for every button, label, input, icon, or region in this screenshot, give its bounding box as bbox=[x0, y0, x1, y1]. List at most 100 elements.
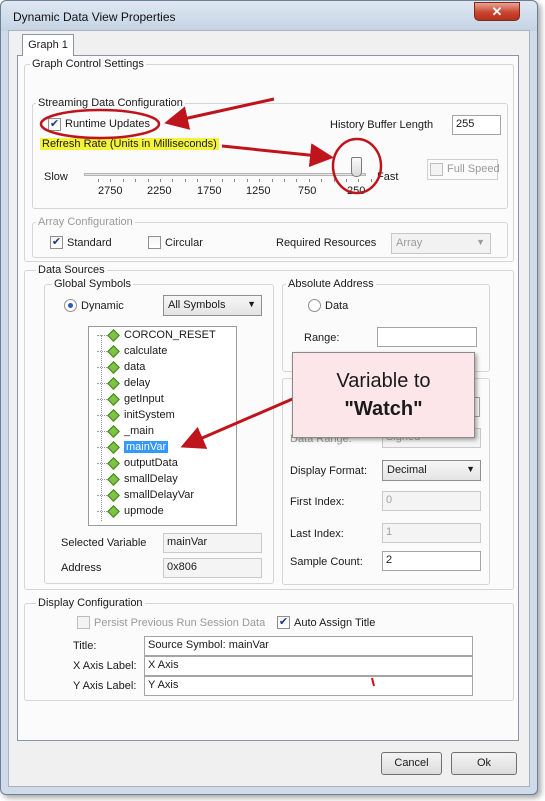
symbol-item[interactable]: getInput bbox=[97, 392, 164, 409]
symbol-item[interactable]: smallDelay bbox=[97, 472, 178, 489]
slider-tick bbox=[259, 179, 261, 182]
symbol-item-selected[interactable]: mainVar bbox=[97, 440, 169, 457]
absolute-address-label: Absolute Address bbox=[286, 278, 376, 290]
slider-tick bbox=[370, 179, 372, 182]
required-resources-select[interactable]: Array ▼ bbox=[391, 233, 491, 254]
fast-label: Fast bbox=[377, 171, 399, 183]
data-radio-label: Data bbox=[325, 300, 349, 312]
first-index-label: First Index: bbox=[290, 496, 345, 508]
symbol-item[interactable]: data bbox=[97, 360, 145, 377]
symbol-icon bbox=[107, 424, 120, 438]
symbol-item[interactable]: initSystem bbox=[97, 408, 175, 425]
title-input[interactable]: Source Symbol: mainVar bbox=[144, 636, 473, 656]
close-button[interactable]: ✕ bbox=[474, 2, 520, 21]
last-index-field: 1 bbox=[382, 523, 481, 543]
slider-tick bbox=[135, 179, 137, 182]
symbol-item[interactable]: delay bbox=[97, 376, 150, 393]
symbol-icon bbox=[107, 440, 120, 454]
symbol-item[interactable]: calculate bbox=[97, 344, 167, 361]
symbol-item[interactable]: _main bbox=[97, 424, 154, 441]
dynamic-label: Dynamic bbox=[81, 300, 124, 312]
slider-tick bbox=[246, 179, 248, 182]
slider-tick bbox=[308, 179, 310, 182]
tick-label: 1250 bbox=[246, 185, 271, 197]
graph-control-label: Graph Control Settings bbox=[30, 58, 146, 70]
array-config-label: Array Configuration bbox=[36, 216, 135, 228]
slider-tick bbox=[209, 179, 211, 182]
symbol-item[interactable]: upmode bbox=[97, 504, 164, 521]
symbol-icon bbox=[107, 472, 120, 486]
chevron-down-icon: ▼ bbox=[476, 237, 485, 247]
runtime-updates-label: Runtime Updates bbox=[65, 118, 150, 130]
symbol-icon bbox=[107, 376, 120, 390]
persist-label: Persist Previous Run Session Data bbox=[94, 617, 266, 629]
standard-label: Standard bbox=[67, 237, 112, 249]
auto-assign-title-label: Auto Assign Title bbox=[294, 617, 376, 629]
slider-tick bbox=[122, 179, 124, 182]
circular-label: Circular bbox=[165, 237, 203, 249]
standard-checkbox[interactable]: ✔ bbox=[50, 236, 63, 249]
cancel-button[interactable]: Cancel bbox=[381, 752, 442, 775]
runtime-updates-checkbox[interactable]: ✔ bbox=[48, 118, 61, 131]
refresh-rate-slider-track[interactable] bbox=[84, 173, 366, 176]
first-index-field: 0 bbox=[382, 491, 481, 511]
data-radio[interactable] bbox=[308, 299, 321, 312]
selected-variable-field: mainVar bbox=[163, 533, 262, 553]
sample-count-input[interactable]: 2 bbox=[382, 551, 481, 571]
slider-tick bbox=[296, 179, 298, 182]
slider-tick bbox=[271, 179, 273, 182]
chevron-down-icon: ▼ bbox=[466, 464, 475, 474]
range-label: Range: bbox=[304, 332, 340, 344]
slider-tick bbox=[172, 179, 174, 182]
required-resources-label: Required Resources bbox=[276, 237, 377, 249]
slider-tick bbox=[358, 179, 360, 182]
auto-assign-title-checkbox[interactable]: ✔ bbox=[277, 616, 290, 629]
tick-label: 1750 bbox=[197, 185, 222, 197]
symbol-item[interactable]: CORCON_RESET bbox=[97, 328, 216, 345]
symbol-icon bbox=[107, 408, 120, 422]
symbol-item[interactable]: outputData bbox=[97, 456, 178, 473]
symbol-filter-select[interactable]: All Symbols ▼ bbox=[163, 295, 262, 316]
callout-line-1: Variable to bbox=[336, 370, 431, 392]
display-format-label: Display Format: bbox=[290, 465, 368, 477]
refresh-rate-slider-thumb[interactable] bbox=[351, 157, 362, 177]
streaming-label: Streaming Data Configuration bbox=[36, 97, 185, 109]
slider-tick bbox=[346, 179, 347, 182]
tick-label: 750 bbox=[298, 185, 317, 197]
persist-checkbox[interactable] bbox=[77, 616, 90, 629]
display-format-select[interactable]: Decimal ▼ bbox=[382, 460, 481, 481]
callout-line-2: "Watch" bbox=[344, 398, 423, 420]
address-label: Address bbox=[61, 562, 102, 574]
slider-tick bbox=[98, 179, 99, 182]
slider-tick bbox=[184, 179, 186, 182]
tick-label: 250 bbox=[347, 185, 366, 197]
refresh-rate-label: Refresh Rate (Units in Milliseconds) bbox=[40, 138, 219, 150]
symbol-tree[interactable]: CORCON_RESET calculate data delay getInp… bbox=[88, 326, 237, 526]
tab-graph-1[interactable]: Graph 1 bbox=[22, 34, 74, 56]
range-input[interactable] bbox=[377, 327, 477, 347]
window-title: Dynamic Data View Properties bbox=[13, 10, 176, 24]
y-axis-input[interactable]: Y Axis bbox=[144, 676, 473, 696]
title-bar[interactable]: Dynamic Data View Properties ✕ bbox=[1, 1, 537, 31]
symbol-icon bbox=[107, 504, 120, 518]
selected-variable-label: Selected Variable bbox=[61, 537, 147, 549]
symbol-icon bbox=[107, 392, 120, 406]
tick-label: 2250 bbox=[147, 185, 172, 197]
history-buffer-input[interactable]: 255 bbox=[452, 115, 501, 135]
slider-tick bbox=[147, 179, 149, 182]
dynamic-radio[interactable] bbox=[64, 299, 77, 312]
slider-tick bbox=[333, 179, 335, 182]
circular-checkbox[interactable] bbox=[148, 236, 161, 249]
y-axis-label: Y Axis Label: bbox=[73, 680, 137, 692]
slider-tick bbox=[222, 179, 223, 182]
ok-button[interactable]: Ok bbox=[451, 752, 517, 775]
title-label: Title: bbox=[73, 640, 97, 652]
symbol-item[interactable]: smallDelayVar bbox=[97, 488, 194, 505]
symbol-icon bbox=[107, 488, 120, 502]
required-resources-value: Array bbox=[396, 237, 423, 249]
symbol-filter-value: All Symbols bbox=[168, 299, 226, 311]
symbol-icon bbox=[107, 456, 120, 470]
variable-to-watch-callout: Variable to "Watch" bbox=[292, 352, 475, 438]
x-axis-input[interactable]: X Axis bbox=[144, 656, 473, 676]
display-format-value: Decimal bbox=[387, 464, 427, 476]
